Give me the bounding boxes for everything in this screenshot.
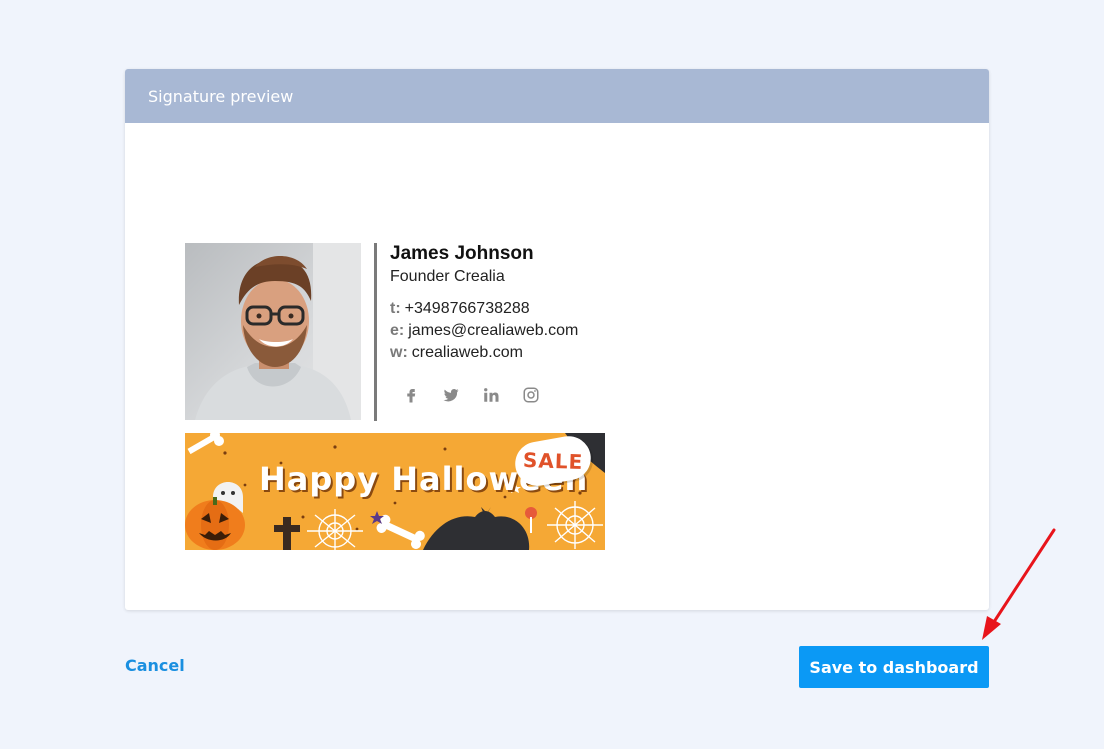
email-value: james@crealiaweb.com: [408, 322, 579, 339]
save-to-dashboard-button[interactable]: Save to dashboard: [799, 646, 989, 688]
email-signature: James Johnson Founder Crealia t: +3498766…: [185, 243, 605, 550]
linkedin-icon[interactable]: [480, 384, 502, 406]
contact-list: t: +3498766738288 e: james@crealiaweb.com …: [390, 298, 578, 364]
cancel-button[interactable]: Cancel: [125, 656, 185, 676]
contact-label: e:: [390, 322, 405, 339]
website-value: crealiaweb.com: [411, 344, 523, 361]
contact-website: w: crealiaweb.com: [390, 342, 578, 364]
signature-role: Founder Crealia: [390, 268, 505, 285]
signature-info: James Johnson Founder Crealia t: +3498766…: [390, 243, 578, 421]
phone-value: +3498766738288: [404, 300, 530, 317]
halloween-banner[interactable]: Happy Halloween SALE: [185, 433, 605, 550]
signature-divider: [374, 243, 377, 421]
annotation-arrow-icon: [982, 528, 1056, 640]
contact-label: t:: [390, 300, 401, 317]
contact-email: e: james@crealiaweb.com: [390, 320, 578, 342]
signature-name: James Johnson: [390, 243, 534, 264]
twitter-icon[interactable]: [440, 384, 462, 406]
instagram-icon[interactable]: [520, 384, 542, 406]
facebook-icon[interactable]: [400, 384, 422, 406]
contact-phone: t: +3498766738288: [390, 298, 578, 320]
card-header: Signature preview: [125, 69, 989, 123]
social-links: [400, 384, 578, 406]
profile-photo: [185, 243, 361, 420]
card-title: Signature preview: [148, 86, 294, 106]
contact-label: w:: [390, 344, 408, 361]
sale-badge-text: SALE: [522, 447, 584, 475]
signature-preview-card: Signature preview James Johnson Founder …: [125, 69, 989, 610]
